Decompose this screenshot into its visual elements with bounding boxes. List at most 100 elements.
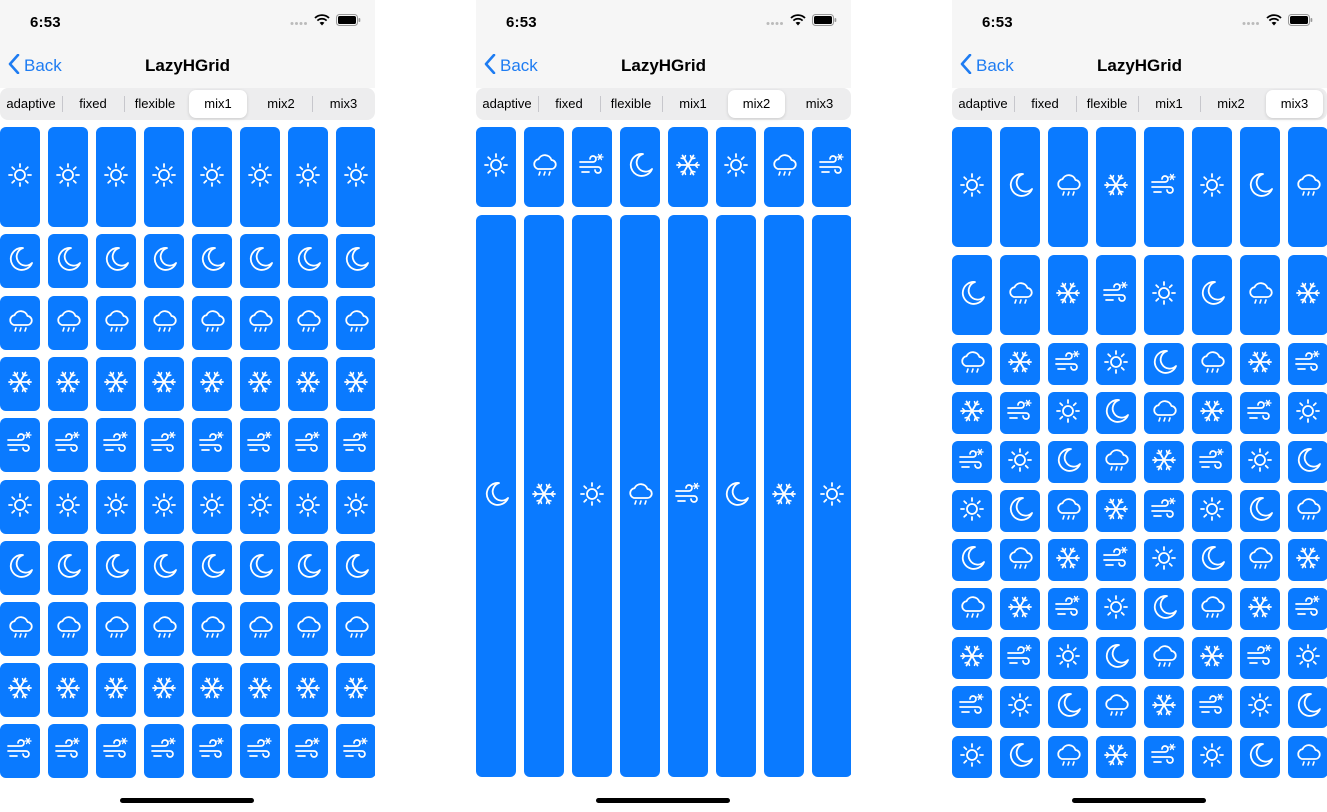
grid-cell [1192,392,1232,434]
grid-cell [1288,686,1327,728]
grid-cell [96,296,136,350]
moon-icon [294,552,322,585]
moon-icon [958,279,986,312]
snowflake-icon [342,368,370,401]
grid-cell [336,663,375,717]
tab-adaptive[interactable]: adaptive [952,88,1014,120]
grid-cell [192,480,232,534]
sun-icon [1054,642,1082,675]
grid-cell [1240,539,1280,581]
tab-mix3[interactable]: mix3 [788,88,851,120]
grid-cell [572,127,612,207]
tab-mix1[interactable]: mix1 [1138,88,1200,120]
cloud-rain-icon [294,613,322,646]
wind-snow-icon [958,691,986,724]
status-time: 6:53 [982,14,1013,31]
tab-mix1[interactable]: mix1 [189,90,247,118]
wind-snow-icon [1246,642,1274,675]
grid-cell [96,541,136,595]
grid-cell [1048,343,1088,385]
tab-adaptive[interactable]: adaptive [476,88,538,120]
cloud-rain-icon [1198,348,1226,381]
grid-cell [952,736,992,778]
tab-fixed[interactable]: fixed [538,88,600,120]
grid-cell [952,588,992,630]
cloud-rain-icon [6,307,34,340]
grid-cell [668,215,708,777]
wind-snow-icon [294,429,322,462]
grid-cell [1288,392,1327,434]
wind-snow-icon [674,480,702,513]
sun-icon [1102,348,1130,381]
grid-cell [0,602,40,656]
grid-cell [1096,490,1136,532]
cloud-rain-icon [530,151,558,184]
grid-cell [952,127,992,247]
navigation-bar: Back LazyHGrid [476,44,851,88]
moon-icon [1150,348,1178,381]
snowflake-icon [770,480,798,513]
phone-screen-mix2: 6:53 Back LazyHGrid adaptive fixed flexi… [476,0,851,812]
grid-cell [336,418,375,472]
cloud-rain-icon [770,151,798,184]
moon-icon [342,552,370,585]
snowflake-icon [198,368,226,401]
tab-fixed[interactable]: fixed [62,88,124,120]
grid-cell [1240,736,1280,778]
tab-adaptive[interactable]: adaptive [0,88,62,120]
moon-icon [958,544,986,577]
tab-mix2[interactable]: mix2 [728,90,785,118]
grid-cell [1240,392,1280,434]
tab-mix1[interactable]: mix1 [662,88,724,120]
wind-snow-icon [102,429,130,462]
tab-flexible[interactable]: flexible [1076,88,1138,120]
wind-snow-icon [54,735,82,768]
grid-cell [48,602,88,656]
snowflake-icon [294,368,322,401]
grid-cell [952,490,992,532]
moon-icon [1102,642,1130,675]
grid-cell [1240,255,1280,335]
moon-icon [1246,171,1274,204]
cloud-rain-icon [198,613,226,646]
page-title: LazyHGrid [144,56,231,75]
tab-flexible[interactable]: flexible [600,88,662,120]
grid-cell [48,127,88,227]
cloud-rain-icon [958,348,986,381]
wind-snow-icon [1198,446,1226,479]
cloud-rain-icon [342,613,370,646]
tab-mix2[interactable]: mix2 [1200,88,1262,120]
sun-icon [818,480,846,513]
grid-cell [1048,588,1088,630]
grid-cell [1288,539,1327,581]
grid-cell [240,234,280,288]
grid-cell [1000,127,1040,247]
cloud-rain-icon [1294,495,1322,528]
grid-cell [144,127,184,227]
grid-cell [1144,637,1184,679]
tab-mix2[interactable]: mix2 [250,88,312,120]
moon-icon [1294,691,1322,724]
snowflake-icon [1102,171,1130,204]
grid-cell [192,724,232,778]
sun-icon [54,491,82,524]
grid-cell [1144,392,1184,434]
grid-cell [1096,736,1136,778]
cloud-rain-icon [150,613,178,646]
sun-icon [1006,691,1034,724]
wind-snow-icon [198,429,226,462]
cloud-rain-icon [1006,279,1034,312]
grid-cell [1240,637,1280,679]
tab-mix3[interactable]: mix3 [312,88,375,120]
grid-cell [1144,736,1184,778]
wind-snow-icon [1006,397,1034,430]
wifi-icon [314,13,330,31]
grid-cell [336,357,375,411]
tab-flexible[interactable]: flexible [124,88,186,120]
moon-icon [150,552,178,585]
sun-icon [102,491,130,524]
tab-mix3[interactable]: mix3 [1266,90,1323,118]
tab-fixed[interactable]: fixed [1014,88,1076,120]
grid-cell [96,234,136,288]
grid-cell [1192,490,1232,532]
